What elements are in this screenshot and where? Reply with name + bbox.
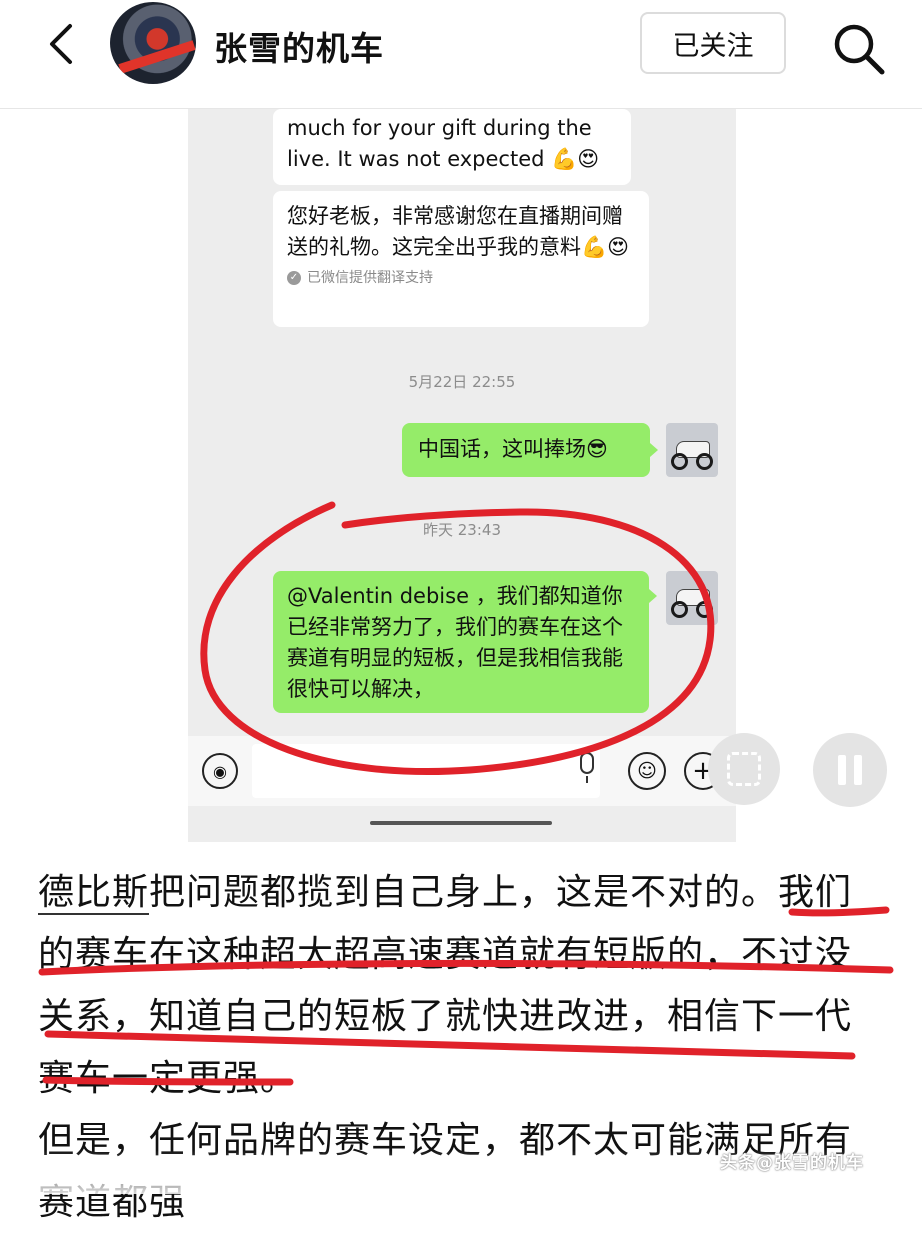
sent-message-2: @Valentin debise ，我们都知道你已经非常努力了，我们的赛车在这个… xyxy=(273,571,649,713)
chat-screenshot: much for your gift during the live. It w… xyxy=(188,109,736,842)
mic-icon[interactable] xyxy=(580,752,594,783)
voice-icon[interactable]: ◉ xyxy=(202,753,238,789)
chat-input[interactable] xyxy=(252,744,600,798)
search-icon[interactable] xyxy=(832,22,886,76)
account-name[interactable]: 张雪的机车 xyxy=(214,22,384,70)
lens-search-icon[interactable] xyxy=(708,733,780,805)
article-paragraph-1: 德比斯把问题都揽到自己身上，这是不对的。我们的赛车在这种超大超高速赛道就有短版的… xyxy=(38,862,888,1110)
avatar[interactable] xyxy=(110,2,196,84)
bubble-tail xyxy=(650,443,658,457)
mention-link[interactable]: 德比斯 xyxy=(38,872,150,915)
bubble-tail xyxy=(649,589,657,603)
chat-input-bar: ◉ ☺ + xyxy=(188,736,736,806)
top-bar: 张雪的机车 已关注 xyxy=(0,0,922,109)
timestamp-2: 昨天 23:43 xyxy=(423,521,501,539)
sender-avatar xyxy=(666,423,718,477)
watermark: 头条@张雪的机车 xyxy=(720,1153,864,1173)
article-paragraph-1-text: 把问题都揽到自己身上，这是不对的。我们的赛车在这种超大超高速赛道就有短版的，不过… xyxy=(38,872,853,1099)
back-arrow-icon[interactable] xyxy=(40,22,84,66)
follow-button[interactable]: 已关注 xyxy=(640,12,786,74)
home-indicator xyxy=(370,821,552,825)
sent-message-1: 中国话，这叫捧场😎 xyxy=(402,423,650,477)
sender-avatar xyxy=(666,571,718,625)
check-icon: ✓ xyxy=(287,271,301,285)
translation-note: ✓ 已微信提供翻译支持 xyxy=(287,269,635,287)
received-message-translation: 您好老板，非常感谢您在直播期间赠送的礼物。这完全出乎我的意料💪😍 ✓ 已微信提供… xyxy=(273,191,649,327)
emoji-icon[interactable]: ☺ xyxy=(628,752,666,790)
translation-text: 您好老板，非常感谢您在直播期间赠送的礼物。这完全出乎我的意料💪😍 xyxy=(287,204,630,259)
translation-note-text: 已微信提供翻译支持 xyxy=(307,270,433,286)
pause-icon[interactable] xyxy=(813,733,887,807)
received-message-english: much for your gift during the live. It w… xyxy=(273,109,631,185)
timestamp-1: 5月22日 22:55 xyxy=(408,373,516,391)
